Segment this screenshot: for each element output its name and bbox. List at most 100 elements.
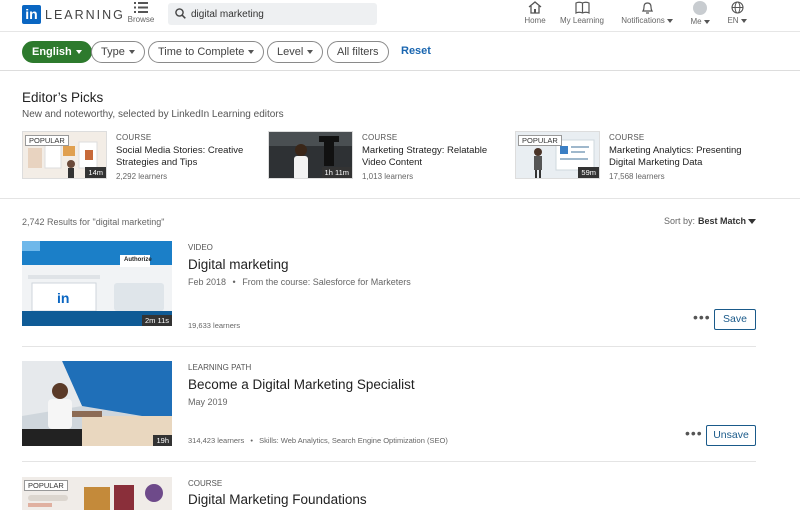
separator-dot: • xyxy=(250,436,254,445)
all-filters-label: All filters xyxy=(337,46,379,58)
result-title[interactable]: Digital Marketing Foundations xyxy=(188,492,367,507)
chevron-down-icon xyxy=(748,219,756,225)
publish-date: Feb 2018 xyxy=(188,277,227,287)
nav-language-label: EN xyxy=(727,16,739,25)
top-nav: in LEARNING Browse Home My Learning xyxy=(0,0,800,32)
linkedin-logo-icon: in xyxy=(22,5,41,24)
result-title[interactable]: Become a Digital Marketing Specialist xyxy=(188,377,415,392)
filter-language-label: English xyxy=(32,46,72,58)
browse-label: Browse xyxy=(127,15,155,24)
popular-badge: POPULAR xyxy=(25,135,69,146)
chevron-down-icon xyxy=(703,19,710,24)
sort-dropdown[interactable]: Sort by: Best Match xyxy=(664,216,756,226)
learner-count: 2,292 learners xyxy=(116,172,168,181)
reset-link[interactable]: Reset xyxy=(401,45,431,57)
bell-icon xyxy=(641,2,653,14)
more-options-icon[interactable]: ••• xyxy=(693,309,711,325)
avatar xyxy=(693,1,707,15)
sort-value: Best Match xyxy=(697,216,746,226)
chevron-down-icon xyxy=(666,18,673,23)
thumbnail-image xyxy=(22,361,172,446)
results-count: 2,742 Results for "digital marketing" xyxy=(22,217,165,227)
chevron-down-icon xyxy=(75,50,82,55)
globe-icon xyxy=(730,1,744,14)
nav-my-learning-label: My Learning xyxy=(559,16,605,25)
save-button[interactable]: Save xyxy=(714,309,756,330)
editors-picks-heading: Editor’s Picks xyxy=(22,90,104,105)
skills-list: Skills: Web Analytics, Search Engine Opt… xyxy=(259,436,448,445)
popular-badge: POPULAR xyxy=(518,135,562,146)
learner-count: 19,633 learners xyxy=(188,321,241,330)
duration-badge: 1h 11m xyxy=(321,167,352,178)
learner-count: 17,568 learners xyxy=(609,172,665,181)
source-course[interactable]: From the course: Salesforce for Marketer… xyxy=(242,277,411,287)
result-item: 19h LEARNING PATH Become a Digital Marke… xyxy=(0,361,800,461)
book-icon xyxy=(574,1,590,14)
pick-thumbnail[interactable]: POPULAR 59m xyxy=(515,131,600,179)
search-input[interactable] xyxy=(191,6,371,22)
filter-level[interactable]: Level xyxy=(267,41,324,63)
filter-time-to-complete[interactable]: Time to Complete xyxy=(148,41,265,63)
pick-card[interactable]: POPULAR 14m COURSE Social Media Stories:… xyxy=(22,131,262,183)
result-thumbnail[interactable]: POPULAR xyxy=(22,477,172,510)
filter-level-label: Level xyxy=(277,46,304,58)
filter-bar: English Type Time to Complete Level All … xyxy=(0,32,800,71)
nav-home-label: Home xyxy=(524,16,546,25)
pick-card[interactable]: POPULAR 59m COURSE Marketing Analytics: … xyxy=(515,131,755,183)
filter-type-label: Type xyxy=(101,46,125,58)
duration-badge: 59m xyxy=(578,167,599,178)
section-divider xyxy=(0,198,800,199)
unsave-button[interactable]: Unsave xyxy=(706,425,756,446)
nav-me-label: Me xyxy=(690,17,702,26)
filter-language[interactable]: English xyxy=(22,41,92,63)
result-title[interactable]: Digital marketing xyxy=(188,257,289,272)
result-item: Authorize in 2m 11s VIDEO Digital market… xyxy=(0,241,800,341)
result-divider xyxy=(22,346,756,347)
browse-button[interactable]: Browse xyxy=(126,1,156,24)
result-meta-line: 314,423 learners • Skills: Web Analytics… xyxy=(188,436,448,445)
all-filters-button[interactable]: All filters xyxy=(327,41,389,63)
nav-me[interactable]: Me xyxy=(688,1,712,26)
more-options-icon[interactable]: ••• xyxy=(685,425,703,441)
menu-icon xyxy=(134,2,148,13)
publish-date: May 2019 xyxy=(188,397,228,407)
chevron-down-icon xyxy=(740,18,747,23)
result-thumbnail[interactable]: 19h xyxy=(22,361,172,446)
pick-thumbnail[interactable]: 1h 11m xyxy=(268,131,353,179)
duration-badge: 19h xyxy=(153,435,172,446)
nav-my-learning[interactable]: My Learning xyxy=(558,1,606,25)
separator-dot: • xyxy=(232,277,236,287)
home-icon xyxy=(528,1,542,14)
pick-title[interactable]: Marketing Strategy: Relatable Video Cont… xyxy=(362,145,507,169)
pick-card[interactable]: 1h 11m COURSE Marketing Strategy: Relata… xyxy=(268,131,508,183)
chevron-down-icon xyxy=(128,50,135,55)
popular-badge: POPULAR xyxy=(24,480,68,491)
nav-language[interactable]: EN xyxy=(726,1,748,25)
result-divider xyxy=(22,461,756,462)
result-thumbnail[interactable]: Authorize in 2m 11s xyxy=(22,241,172,326)
duration-badge: 14m xyxy=(85,167,106,178)
learner-count: 314,423 learners xyxy=(188,436,245,445)
content-type-label: VIDEO xyxy=(188,243,213,252)
pick-title[interactable]: Marketing Analytics: Presenting Digital … xyxy=(609,145,754,169)
pick-title[interactable]: Social Media Stories: Creative Strategie… xyxy=(116,145,261,169)
nav-notifications-label: Notifications xyxy=(621,16,665,25)
nav-notifications[interactable]: Notifications xyxy=(618,1,676,25)
linkedin-learning-logo[interactable]: in LEARNING xyxy=(22,5,125,24)
editors-picks-subtitle: New and noteworthy, selected by LinkedIn… xyxy=(22,109,284,120)
pick-thumbnail[interactable]: POPULAR 14m xyxy=(22,131,107,179)
thumbnail-label: Authorize xyxy=(124,257,152,263)
search-icon xyxy=(175,8,186,19)
chevron-down-icon xyxy=(248,50,255,55)
learner-count: 1,013 learners xyxy=(362,172,414,181)
filter-type[interactable]: Type xyxy=(91,41,145,63)
content-type-label: COURSE xyxy=(116,133,152,142)
logo-text: LEARNING xyxy=(45,7,125,22)
content-type-label: COURSE xyxy=(362,133,398,142)
content-type-label: COURSE xyxy=(188,479,223,488)
content-type-label: COURSE xyxy=(609,133,645,142)
search-bar[interactable] xyxy=(168,3,377,25)
nav-home[interactable]: Home xyxy=(523,1,547,25)
result-meta-line: Feb 2018 • From the course: Salesforce f… xyxy=(188,277,411,287)
thumbnail-logo: in xyxy=(57,290,70,306)
